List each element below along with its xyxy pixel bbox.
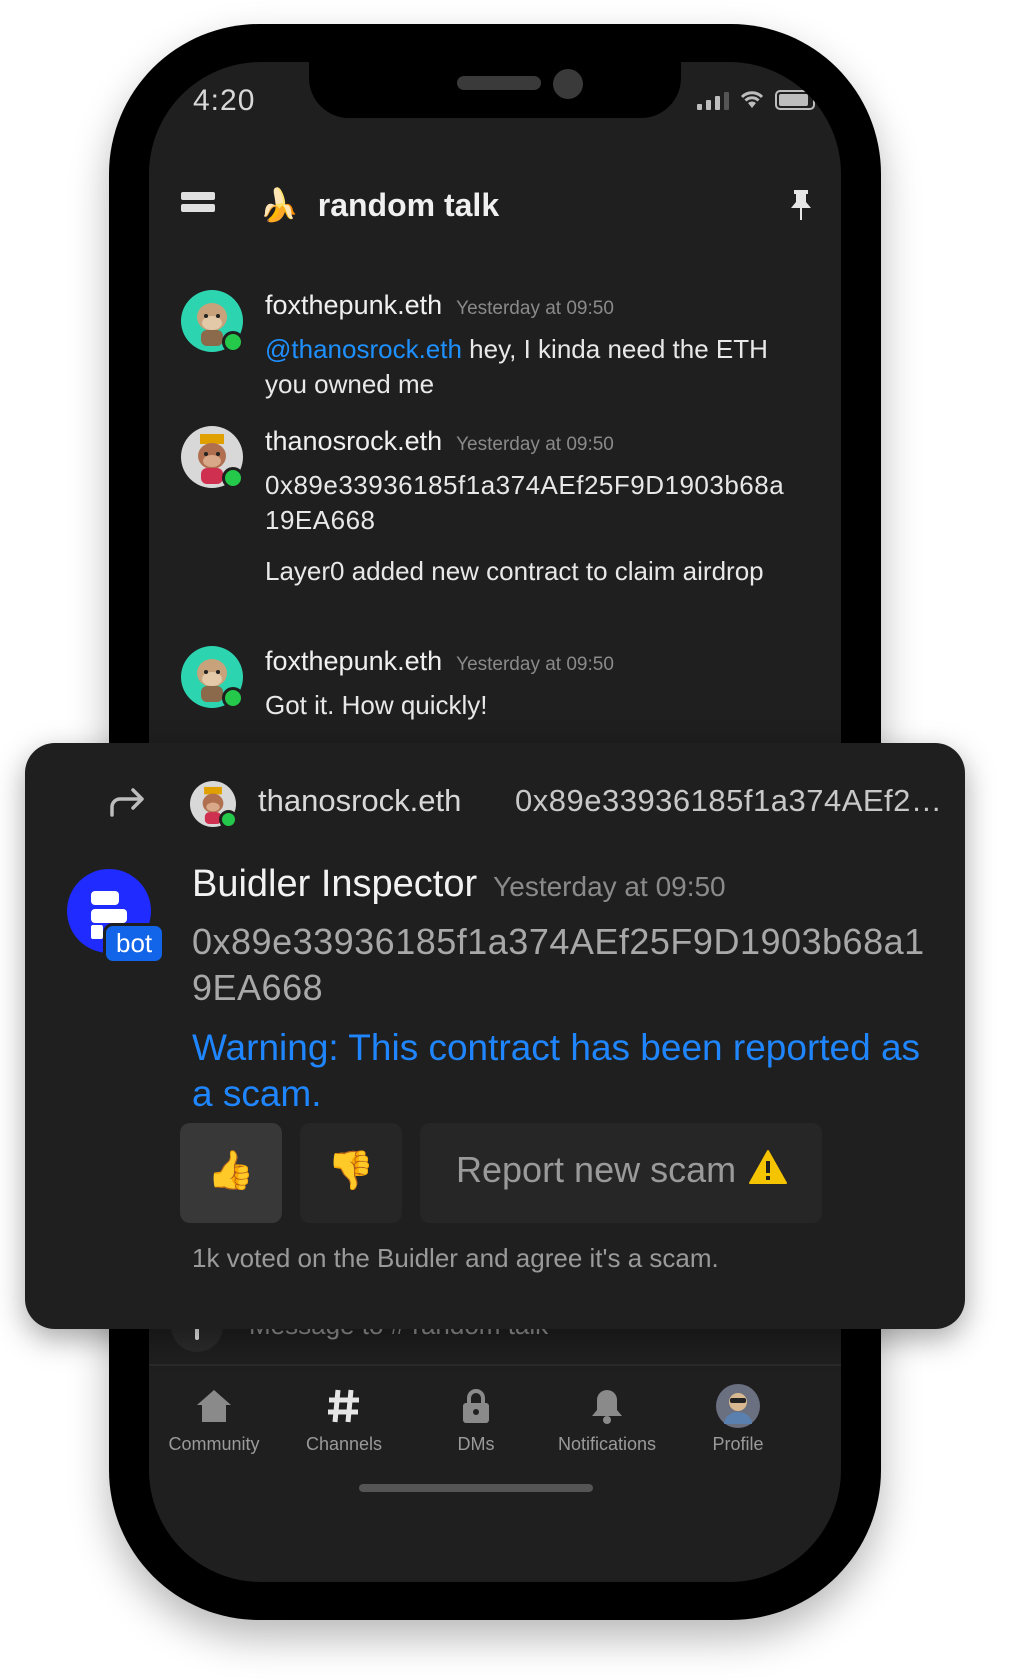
tab-label: Profile (712, 1434, 764, 1454)
tab-label: DMs (457, 1434, 495, 1454)
banana-emoji-icon: 🍌 (259, 187, 299, 223)
message-body: @thanosrock.eth hey, I kinda need the ET… (265, 332, 785, 402)
author-name[interactable]: foxthepunk.eth (265, 646, 442, 676)
message-time: Yesterday at 09:50 (493, 871, 726, 902)
cellular-signal-icon (697, 90, 729, 110)
status-icons (697, 90, 819, 110)
report-scam-button[interactable]: Report new scam (420, 1123, 822, 1223)
tab-label: Channels (305, 1434, 383, 1454)
notch (309, 62, 681, 118)
scam-warning: Warning: This contract has been reported… (192, 1027, 921, 1114)
channel-header: 🍌 random talk (149, 174, 841, 234)
message-time: Yesterday at 09:50 (456, 434, 614, 455)
lock-icon (463, 1389, 489, 1423)
reply-arrow-icon (110, 788, 144, 817)
online-status-dot (222, 467, 244, 489)
profile-avatar (716, 1384, 760, 1428)
reply-reference[interactable]: thanosrock.eth 0x89e33936185f1a374AEf25F… (25, 773, 965, 833)
channel-title: 🍌 random talk (259, 186, 499, 224)
speaker (457, 76, 541, 90)
pin-icon[interactable] (789, 190, 813, 222)
message-time: Yesterday at 09:50 (456, 298, 614, 319)
tab-channels[interactable]: Channels (279, 1384, 409, 1455)
bot-badge: bot (103, 923, 166, 964)
camera (553, 69, 583, 99)
tab-community[interactable]: Community (149, 1384, 279, 1455)
home-icon (197, 1390, 231, 1422)
vote-summary: 1k voted on the Buidler and agree it's a… (192, 1243, 719, 1273)
message-time: Yesterday at 09:50 (456, 654, 614, 675)
message-text: Got it. How quickly! (265, 690, 488, 720)
online-status-dot (219, 810, 238, 829)
wifi-icon (740, 91, 764, 108)
bell-icon (592, 1390, 622, 1424)
bot-name[interactable]: Buidler Inspector (192, 863, 477, 905)
bot-message-card: thanosrock.eth 0x89e33936185f1a374AEf25F… (25, 743, 965, 1329)
battery-icon (775, 90, 819, 110)
tab-profile[interactable]: Profile (673, 1384, 803, 1455)
tab-dms[interactable]: DMs (411, 1384, 541, 1455)
avatar (190, 781, 238, 829)
channel-name: random talk (317, 187, 500, 223)
menu-icon[interactable] (181, 192, 215, 218)
warning-icon (749, 1150, 787, 1184)
report-scam-label: Report new scam (456, 1149, 737, 1190)
reply-author: thanosrock.eth (258, 783, 462, 818)
tab-notifications[interactable]: Notifications (542, 1384, 672, 1455)
mention-link[interactable]: @thanosrock.eth (265, 334, 462, 364)
contract-address[interactable]: 0x89e33936185f1a374AEf25F9D1903b68a19EA6… (192, 919, 932, 1011)
thumbs-down-button[interactable]: 👎 (300, 1123, 402, 1223)
online-status-dot (222, 331, 244, 353)
avatar[interactable] (181, 646, 244, 709)
thumbs-down-icon: 👎 (327, 1150, 375, 1192)
tab-label: Notifications (557, 1434, 657, 1454)
author-name[interactable]: thanosrock.eth (265, 426, 442, 456)
hash-icon (328, 1389, 359, 1423)
tab-label: Community (168, 1434, 260, 1454)
message-text[interactable]: 0x89e33936185f1a374AEf25F9D1903b68a19EA6… (265, 468, 785, 538)
author-name[interactable]: foxthepunk.eth (265, 290, 442, 320)
thumbs-up-icon: 👍 (207, 1150, 255, 1192)
thumbs-up-button[interactable]: 👍 (180, 1123, 282, 1223)
status-time: 4:20 (193, 84, 256, 117)
home-indicator (359, 1484, 593, 1492)
avatar[interactable] (181, 426, 244, 489)
message-text: Layer0 added new contract to claim airdr… (265, 556, 764, 586)
reply-snippet: 0x89e33936185f1a374AEf25F9D1903b68a19EA6… (515, 783, 955, 818)
avatar[interactable] (181, 290, 244, 353)
online-status-dot (222, 687, 244, 709)
